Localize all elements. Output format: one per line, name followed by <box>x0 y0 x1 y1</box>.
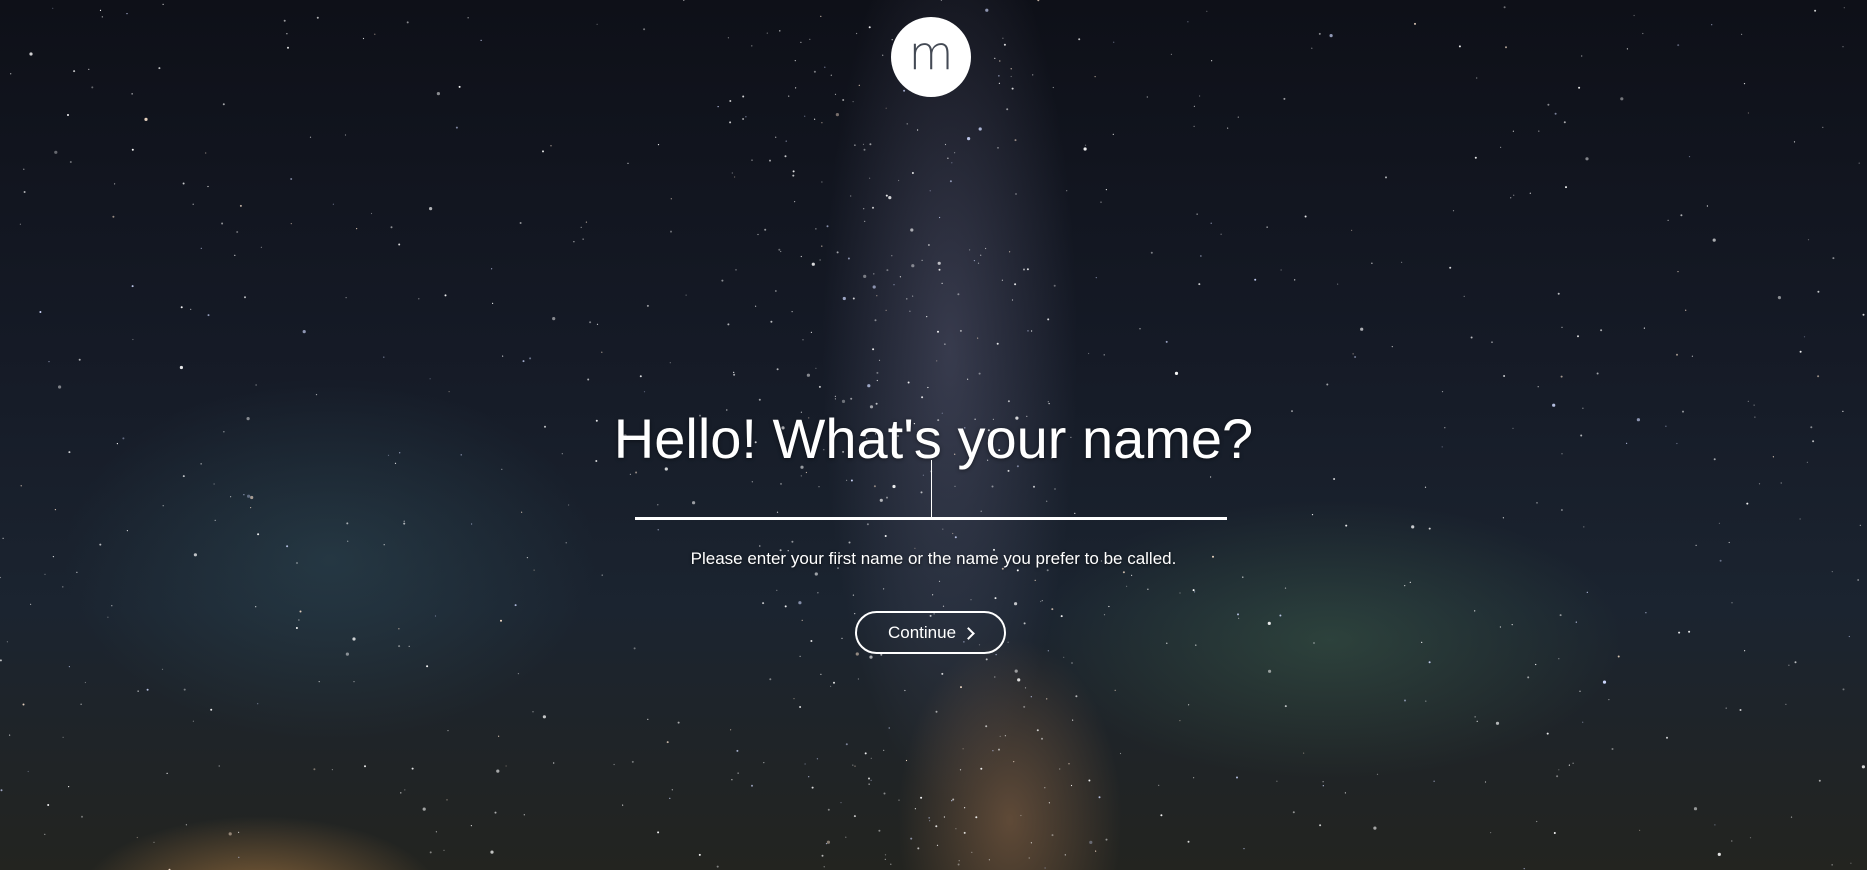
continue-button[interactable]: Continue <box>855 611 1006 654</box>
continue-button-label: Continue <box>887 622 957 642</box>
onboarding-page: m Hello! What's your name? Please enter … <box>0 0 1867 870</box>
name-hint: Please enter your first name or the name… <box>690 549 1177 568</box>
chevron-right-icon <box>962 627 975 640</box>
logo-button[interactable]: m <box>891 17 971 97</box>
logo-letter: m <box>908 26 954 80</box>
text-cursor <box>931 460 932 520</box>
